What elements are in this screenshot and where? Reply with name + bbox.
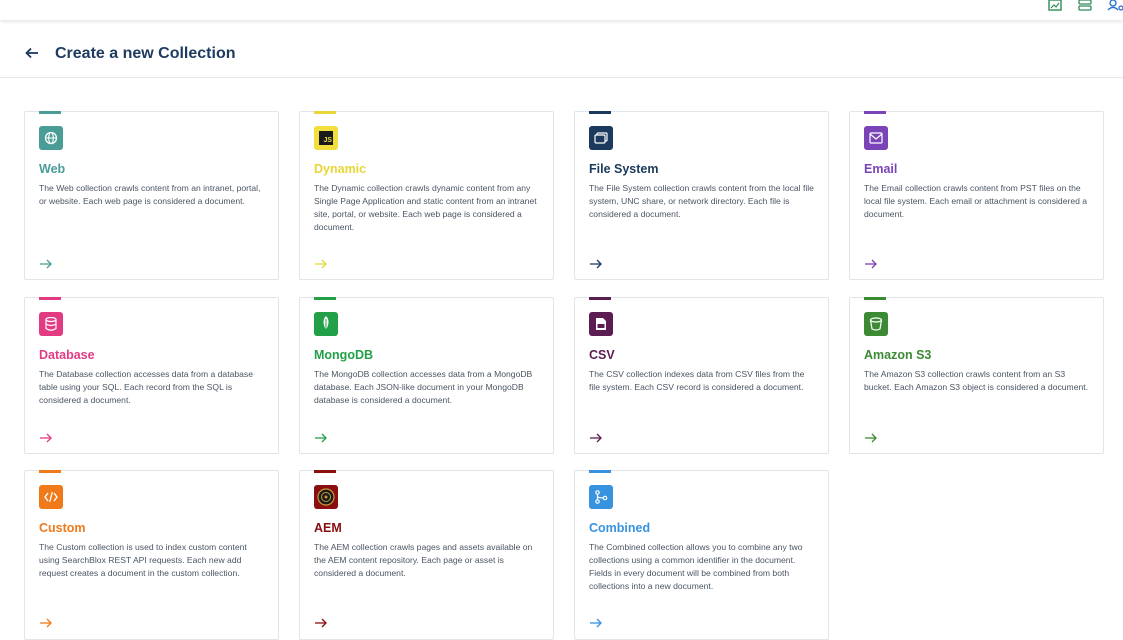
collection-card-amazon-s3[interactable]: Amazon S3 The Amazon S3 collection crawls… xyxy=(849,297,1104,454)
card-accent-line xyxy=(314,297,336,300)
collection-card-dynamic[interactable]: JS Dynamic The Dynamic collection crawls d… xyxy=(299,111,554,280)
card-accent-line xyxy=(589,470,611,473)
card-description: The Amazon S3 collection crawls content … xyxy=(864,369,1089,392)
card-description: The AEM collection crawls pages and asse… xyxy=(314,542,533,578)
arrow-right-icon[interactable] xyxy=(864,431,880,443)
card-title: Web xyxy=(39,162,66,176)
card-title: Database xyxy=(39,348,95,362)
card-accent-line xyxy=(39,470,61,473)
card-title: CSV xyxy=(589,348,615,362)
page-title: Create a new Collection xyxy=(55,45,236,62)
card-description: The MongoDB collection accesses data fro… xyxy=(314,369,533,405)
card-title: AEM xyxy=(314,521,342,535)
card-accent-line xyxy=(864,297,886,300)
collection-card-file-system[interactable]: File System The File System collection cr… xyxy=(574,111,829,280)
card-accent-line xyxy=(39,297,61,300)
js-icon: JS xyxy=(314,126,338,150)
js-icon-text: JS xyxy=(319,131,333,145)
card-accent-line xyxy=(314,470,336,473)
card-description: The File System collection crawls conten… xyxy=(589,183,814,219)
collection-card-combined[interactable]: Combined The Combined collection allows y… xyxy=(574,470,829,640)
card-title: Custom xyxy=(39,521,86,535)
collection-card-custom[interactable]: Custom The Custom collection is used to i… xyxy=(24,470,279,640)
collection-card-database[interactable]: Database The Database collection accesses… xyxy=(24,297,279,454)
arrow-right-icon[interactable] xyxy=(589,431,605,443)
card-accent-line xyxy=(864,111,886,114)
arrow-right-icon[interactable] xyxy=(39,616,55,628)
back-arrow-icon[interactable] xyxy=(24,44,42,62)
card-accent-line xyxy=(39,111,61,114)
bucket-icon xyxy=(864,312,888,336)
report-icon[interactable] xyxy=(1047,0,1063,14)
card-description: The Email collection crawls content from… xyxy=(864,183,1088,219)
card-accent-line xyxy=(314,111,336,114)
card-title: Combined xyxy=(589,521,651,535)
user-settings-icon[interactable] xyxy=(1107,0,1123,14)
card-description: The Web collection crawls content from a… xyxy=(39,183,261,206)
arrow-right-icon[interactable] xyxy=(589,616,605,628)
card-title: Email xyxy=(864,162,898,176)
collection-card-mongodb[interactable]: MongoDB The MongoDB collection accesses d… xyxy=(299,297,554,454)
folder-icon xyxy=(589,126,613,150)
page-header: Create a new Collection xyxy=(0,28,1123,78)
collection-card-email[interactable]: Email The Email collection crawls content… xyxy=(849,111,1104,280)
card-title: MongoDB xyxy=(314,348,374,362)
csv-file-icon xyxy=(589,312,613,336)
arrow-right-icon[interactable] xyxy=(39,257,55,269)
arrow-right-icon[interactable] xyxy=(314,616,330,628)
globe-icon xyxy=(39,126,63,150)
arrow-right-icon[interactable] xyxy=(314,257,330,269)
merge-icon xyxy=(589,485,613,509)
top-toolbar xyxy=(0,0,1123,20)
toolbar-icons xyxy=(1047,0,1123,14)
arrow-right-icon[interactable] xyxy=(314,431,330,443)
arrow-right-icon[interactable] xyxy=(589,257,605,269)
arrow-right-icon[interactable] xyxy=(864,257,880,269)
arrow-right-icon[interactable] xyxy=(39,431,55,443)
card-description: The Dynamic collection crawls dynamic co… xyxy=(314,183,537,232)
card-accent-line xyxy=(589,111,611,114)
card-title: File System xyxy=(589,162,659,176)
mail-icon xyxy=(864,126,888,150)
card-description: The CSV collection indexes data from CSV… xyxy=(589,369,805,392)
database-icon xyxy=(39,312,63,336)
card-accent-line xyxy=(589,297,611,300)
card-description: The Database collection accesses data fr… xyxy=(39,369,254,405)
card-title: Dynamic xyxy=(314,162,367,176)
card-description: The Combined collection allows you to co… xyxy=(589,542,803,591)
collection-card-csv[interactable]: CSV The CSV collection indexes data from … xyxy=(574,297,829,454)
mongodb-leaf-icon xyxy=(314,312,338,336)
aem-icon xyxy=(314,485,338,509)
server-icon[interactable] xyxy=(1077,0,1093,14)
card-description: The Custom collection is used to index c… xyxy=(39,542,247,578)
collection-card-web[interactable]: Web The Web collection crawls content fro… xyxy=(24,111,279,280)
code-icon xyxy=(39,485,63,509)
card-title: Amazon S3 xyxy=(864,348,932,362)
collection-card-aem[interactable]: AEM The AEM collection crawls pages and a… xyxy=(299,470,554,640)
